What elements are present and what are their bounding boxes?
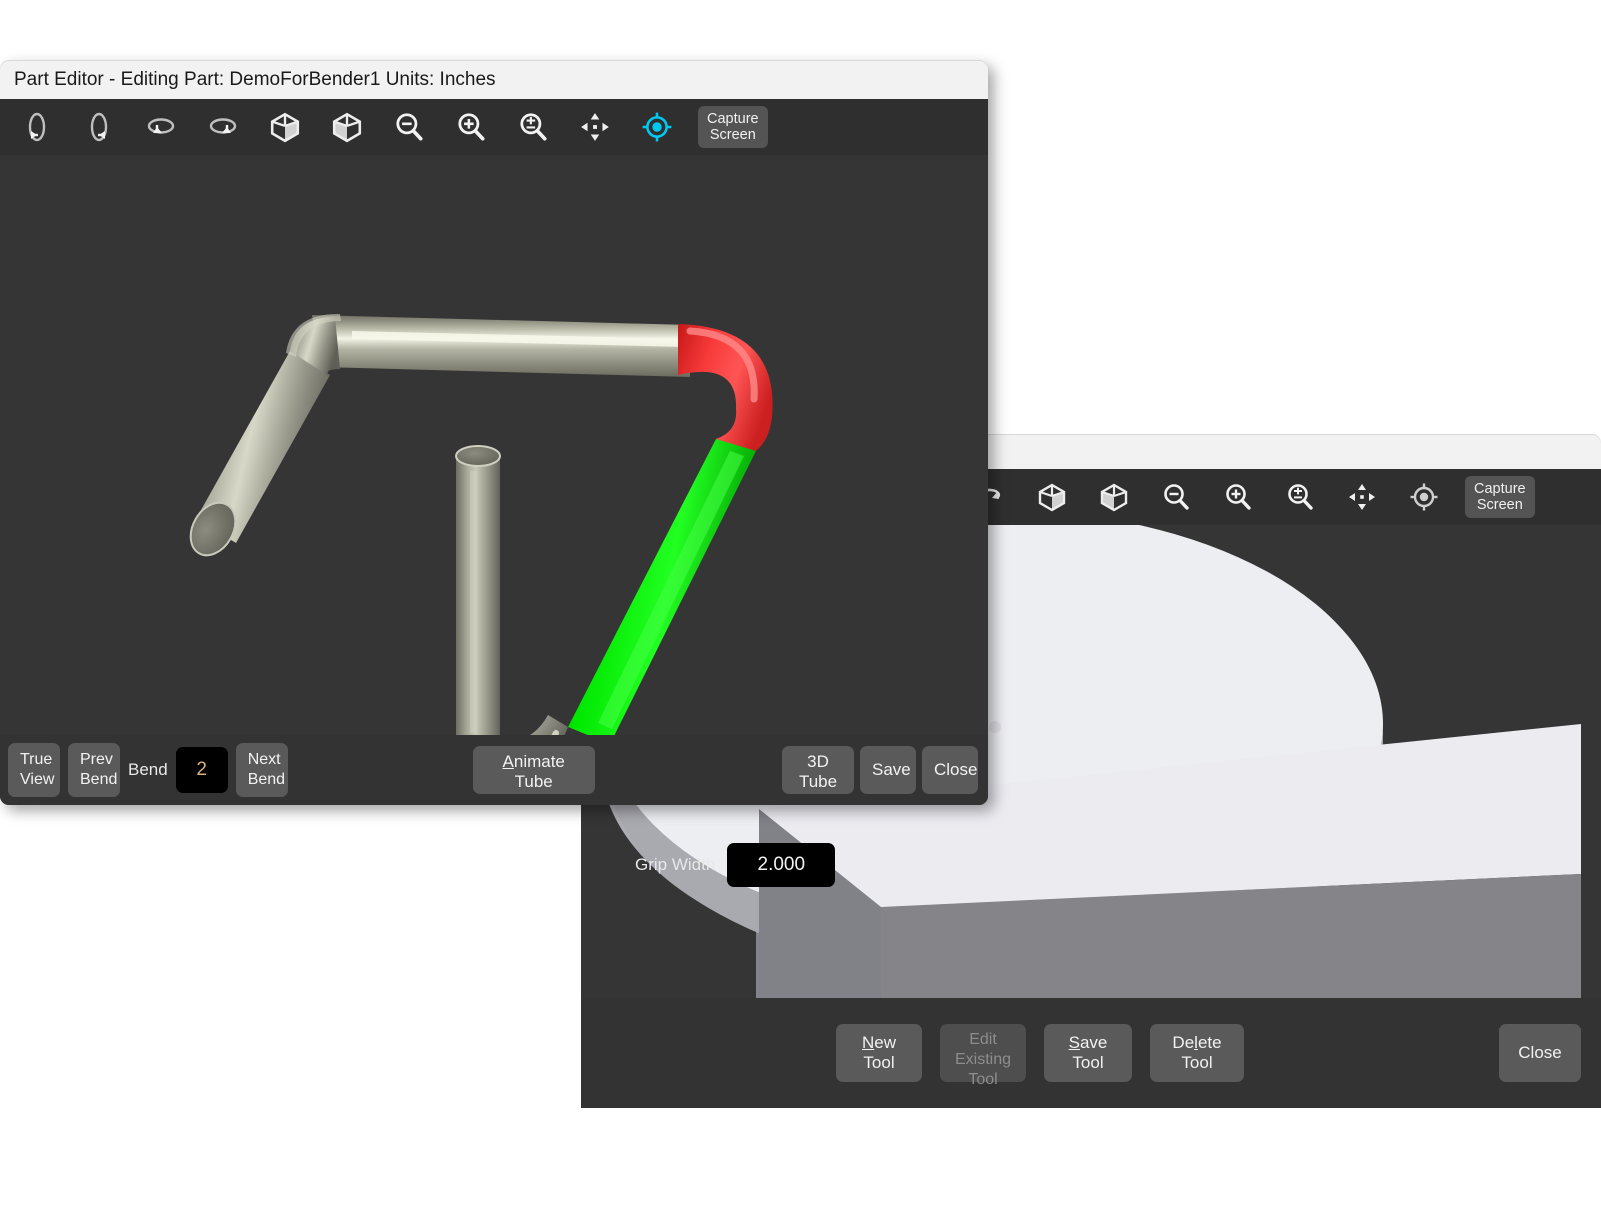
zoom-out-icon[interactable] [378, 102, 440, 152]
center-target-icon[interactable] [1393, 472, 1455, 522]
pan-icon[interactable] [1331, 472, 1393, 522]
next-bend-button[interactable]: Next Bend [235, 743, 288, 797]
rotate-y-ccw-icon[interactable] [130, 102, 192, 152]
part-editor-bottom-bar: True View Prev Bend Bend 2 Next Bend Ani… [0, 735, 988, 805]
zoom-fit-icon[interactable] [1269, 472, 1331, 522]
close-tool-button[interactable]: Close [1499, 1024, 1581, 1082]
true-view-button[interactable]: True View [8, 743, 60, 797]
part-editor-viewport[interactable]: Capture Screen True View Prev Bend Bend … [0, 99, 988, 805]
zoom-in-icon[interactable] [440, 102, 502, 152]
animate-tube-button[interactable]: Animate Tube [472, 746, 595, 794]
part-editor-titlebar: Part Editor - Editing Part: DemoForBende… [0, 60, 988, 99]
zoom-fit-icon[interactable] [502, 102, 564, 152]
iso-view-2-icon[interactable] [1083, 472, 1145, 522]
rotate-x-cw-icon[interactable] [68, 102, 130, 152]
close-part-button[interactable]: Close [922, 746, 978, 794]
capture-screen-button-part[interactable]: Capture Screen [698, 106, 768, 148]
zoom-out-icon[interactable] [1145, 472, 1207, 522]
grip-width-label: Grip Width [635, 855, 716, 874]
capture-screen-button-tool[interactable]: Capture Screen [1465, 476, 1535, 518]
tube-3d-model [189, 313, 773, 781]
zoom-in-icon[interactable] [1207, 472, 1269, 522]
delete-tool-button[interactable]: Delete Tool [1150, 1024, 1244, 1082]
part-editor-title: Part Editor - Editing Part: DemoForBende… [14, 68, 496, 90]
grip-width-row: Grip Width 2.000 [635, 843, 836, 887]
part-editor-window: Part Editor - Editing Part: DemoForBende… [0, 60, 988, 805]
bend-label: Bend [128, 760, 168, 779]
tool-editor-bottom-bar: New Tool Edit Existing Tool Save Tool De… [581, 998, 1601, 1108]
tube-3d-button[interactable]: 3D Tube [782, 746, 854, 794]
save-tool-button[interactable]: Save Tool [1044, 1024, 1132, 1082]
iso-view-1-icon[interactable] [254, 102, 316, 152]
center-target-icon[interactable] [626, 102, 688, 152]
bend-number-input[interactable]: 2 [175, 747, 228, 793]
prev-bend-button[interactable]: Prev Bend [68, 743, 120, 797]
rotate-y-cw-icon[interactable] [192, 102, 254, 152]
save-part-button[interactable]: Save [860, 746, 916, 794]
pan-icon[interactable] [564, 102, 626, 152]
iso-view-1-icon[interactable] [1021, 472, 1083, 522]
edit-existing-tool-button: Edit Existing Tool [940, 1024, 1026, 1088]
part-editor-toolbar: Capture Screen [0, 99, 988, 155]
grip-width-input[interactable]: 2.000 [727, 843, 836, 887]
iso-view-2-icon[interactable] [316, 102, 378, 152]
rotate-x-ccw-icon[interactable] [6, 102, 68, 152]
new-tool-button[interactable]: New Tool [836, 1024, 922, 1082]
